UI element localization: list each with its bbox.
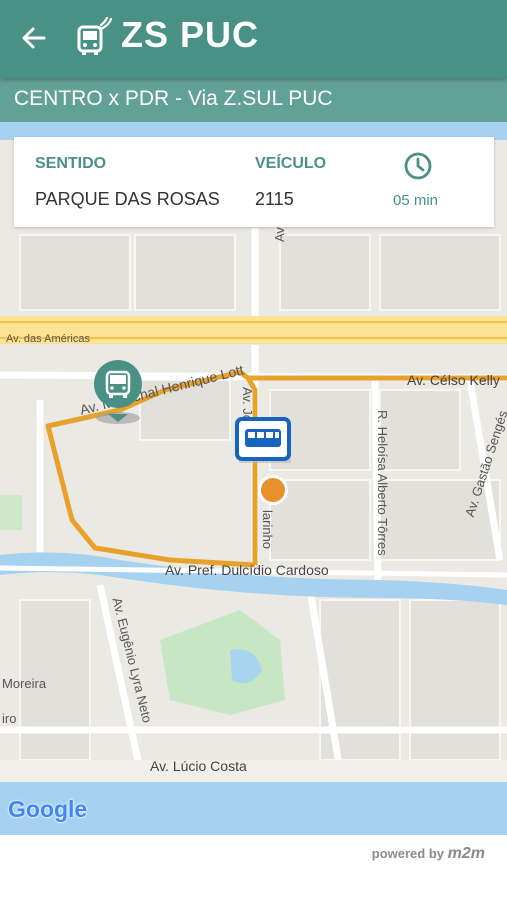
street-label: Av. Pref. Dulcídio Cardoso	[165, 562, 329, 578]
map-canvas	[0, 122, 507, 835]
powered-by: powered by m2m	[372, 845, 485, 863]
eta-value: 05 min	[393, 192, 439, 209]
back-button[interactable]	[14, 20, 54, 56]
app-bar: ZS PUC	[0, 0, 507, 78]
street-label: Av. Lúcio Costa	[150, 758, 247, 774]
street-label: larinho	[260, 510, 275, 550]
street-label: Av. das Américas	[6, 333, 90, 345]
vehicle-location-icon[interactable]	[256, 473, 290, 507]
trip-info-card: SENTIDO PARQUE DAS ROSAS VEÍCULO 2115 05…	[14, 137, 494, 227]
street-label: R. Heloísa Alberto Tôrres	[375, 410, 390, 556]
street-label: iro	[2, 711, 17, 726]
direction-value: PARQUE DAS ROSAS	[35, 189, 220, 209]
m2m-logo: m2m	[447, 845, 485, 862]
bus-marker-icon[interactable]	[235, 417, 293, 465]
vehicle-value: 2115	[255, 189, 294, 209]
bus-signal-icon	[77, 17, 112, 55]
map-view[interactable]: Av. das Américas Av. Célso Kelly Av. Mar…	[0, 122, 507, 835]
route-bar: CENTRO x PDR - Via Z.SUL PUC	[0, 78, 507, 122]
app-title: ZS PUC	[121, 14, 260, 55]
direction-label: SENTIDO	[35, 155, 107, 172]
street-label: Av. Célso Kelly	[407, 372, 500, 388]
route-name: CENTRO x PDR - Via Z.SUL PUC	[14, 87, 333, 110]
vehicle-label: VEÍCULO	[255, 155, 327, 172]
bus-stop-marker-icon[interactable]	[90, 356, 146, 426]
clock-icon	[404, 152, 432, 180]
powered-by-label: powered by	[371, 846, 445, 861]
arrow-left-icon	[22, 27, 46, 49]
street-label: Moreira	[2, 676, 47, 691]
google-logo: Google	[8, 796, 88, 822]
footer: powered by m2m	[0, 835, 507, 900]
